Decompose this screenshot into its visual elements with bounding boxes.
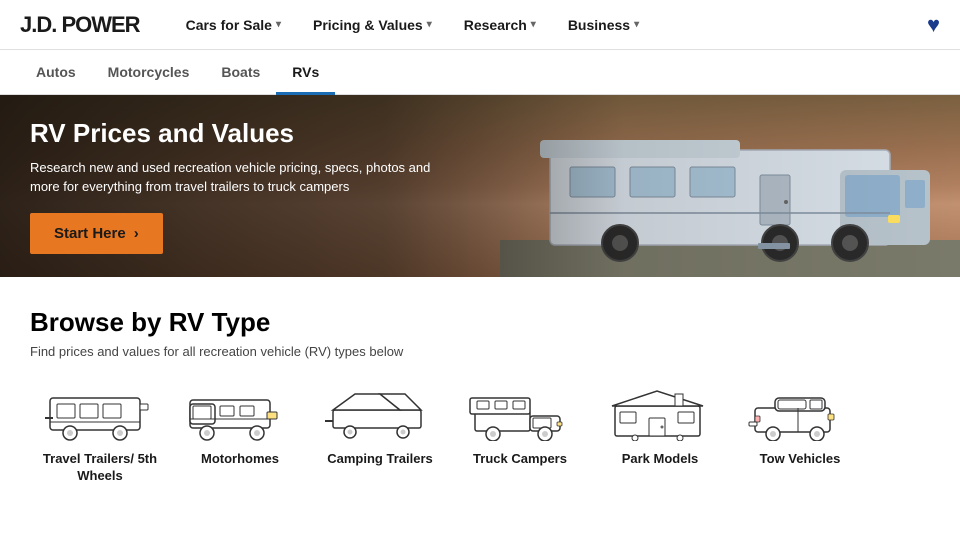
rv-type-travel-trailer[interactable]: Travel Trailers/ 5th Wheels bbox=[30, 383, 170, 485]
rv-type-motorhome[interactable]: Motorhomes bbox=[170, 383, 310, 485]
arrow-icon: › bbox=[134, 225, 139, 242]
nav-cars-for-sale[interactable]: Cars for Sale ▾ bbox=[170, 0, 297, 50]
logo[interactable]: J.D. POWER bbox=[20, 12, 140, 38]
hero-subtitle: Research new and used recreation vehicle… bbox=[30, 158, 450, 197]
rv-type-camping-trailer[interactable]: Camping Trailers bbox=[310, 383, 450, 485]
truck-camper-icon bbox=[460, 383, 580, 443]
start-here-button[interactable]: Start Here › bbox=[30, 213, 163, 254]
rv-type-tow-vehicle[interactable]: Tow Vehicles bbox=[730, 383, 870, 485]
rv-type-grid: Travel Trailers/ 5th Wheels bbox=[30, 383, 930, 509]
nav-pricing-values[interactable]: Pricing & Values ▾ bbox=[297, 0, 448, 50]
chevron-down-icon: ▾ bbox=[531, 19, 536, 30]
motorhome-label: Motorhomes bbox=[201, 451, 279, 468]
rv-type-truck-camper[interactable]: Truck Campers bbox=[450, 383, 590, 485]
camping-trailer-icon bbox=[320, 383, 440, 443]
hero-title: RV Prices and Values bbox=[30, 118, 450, 149]
browse-subtitle: Find prices and values for all recreatio… bbox=[30, 344, 930, 359]
header: J.D. POWER Cars for Sale ▾ Pricing & Val… bbox=[0, 0, 960, 50]
nav-business[interactable]: Business ▾ bbox=[552, 0, 655, 50]
hero-banner: RV Prices and Values Research new and us… bbox=[0, 95, 960, 277]
heart-icon[interactable]: ♥ bbox=[927, 12, 940, 37]
browse-section: Browse by RV Type Find prices and values… bbox=[0, 277, 960, 529]
park-model-label: Park Models bbox=[622, 451, 699, 468]
sub-nav: Autos Motorcycles Boats RVs bbox=[0, 50, 960, 95]
tow-vehicle-label: Tow Vehicles bbox=[760, 451, 841, 468]
hero-content: RV Prices and Values Research new and us… bbox=[0, 118, 480, 253]
subnav-motorcycles[interactable]: Motorcycles bbox=[92, 50, 206, 95]
chevron-down-icon: ▾ bbox=[276, 19, 281, 30]
subnav-rvs[interactable]: RVs bbox=[276, 50, 335, 95]
rv-type-park-model[interactable]: Park Models bbox=[590, 383, 730, 485]
truck-camper-label: Truck Campers bbox=[473, 451, 567, 468]
header-right: ♥ bbox=[927, 12, 940, 38]
subnav-boats[interactable]: Boats bbox=[205, 50, 276, 95]
motorhome-icon bbox=[180, 383, 300, 443]
browse-title: Browse by RV Type bbox=[30, 307, 930, 338]
chevron-down-icon: ▾ bbox=[427, 19, 432, 30]
travel-trailer-icon bbox=[40, 383, 160, 443]
tow-vehicle-icon bbox=[740, 383, 860, 443]
travel-trailer-label: Travel Trailers/ 5th Wheels bbox=[30, 451, 170, 485]
park-model-icon bbox=[600, 383, 720, 443]
main-nav: Cars for Sale ▾ Pricing & Values ▾ Resea… bbox=[170, 0, 927, 50]
chevron-down-icon: ▾ bbox=[634, 19, 639, 30]
subnav-autos[interactable]: Autos bbox=[20, 50, 92, 95]
nav-research[interactable]: Research ▾ bbox=[448, 0, 552, 50]
camping-trailer-label: Camping Trailers bbox=[327, 451, 432, 468]
